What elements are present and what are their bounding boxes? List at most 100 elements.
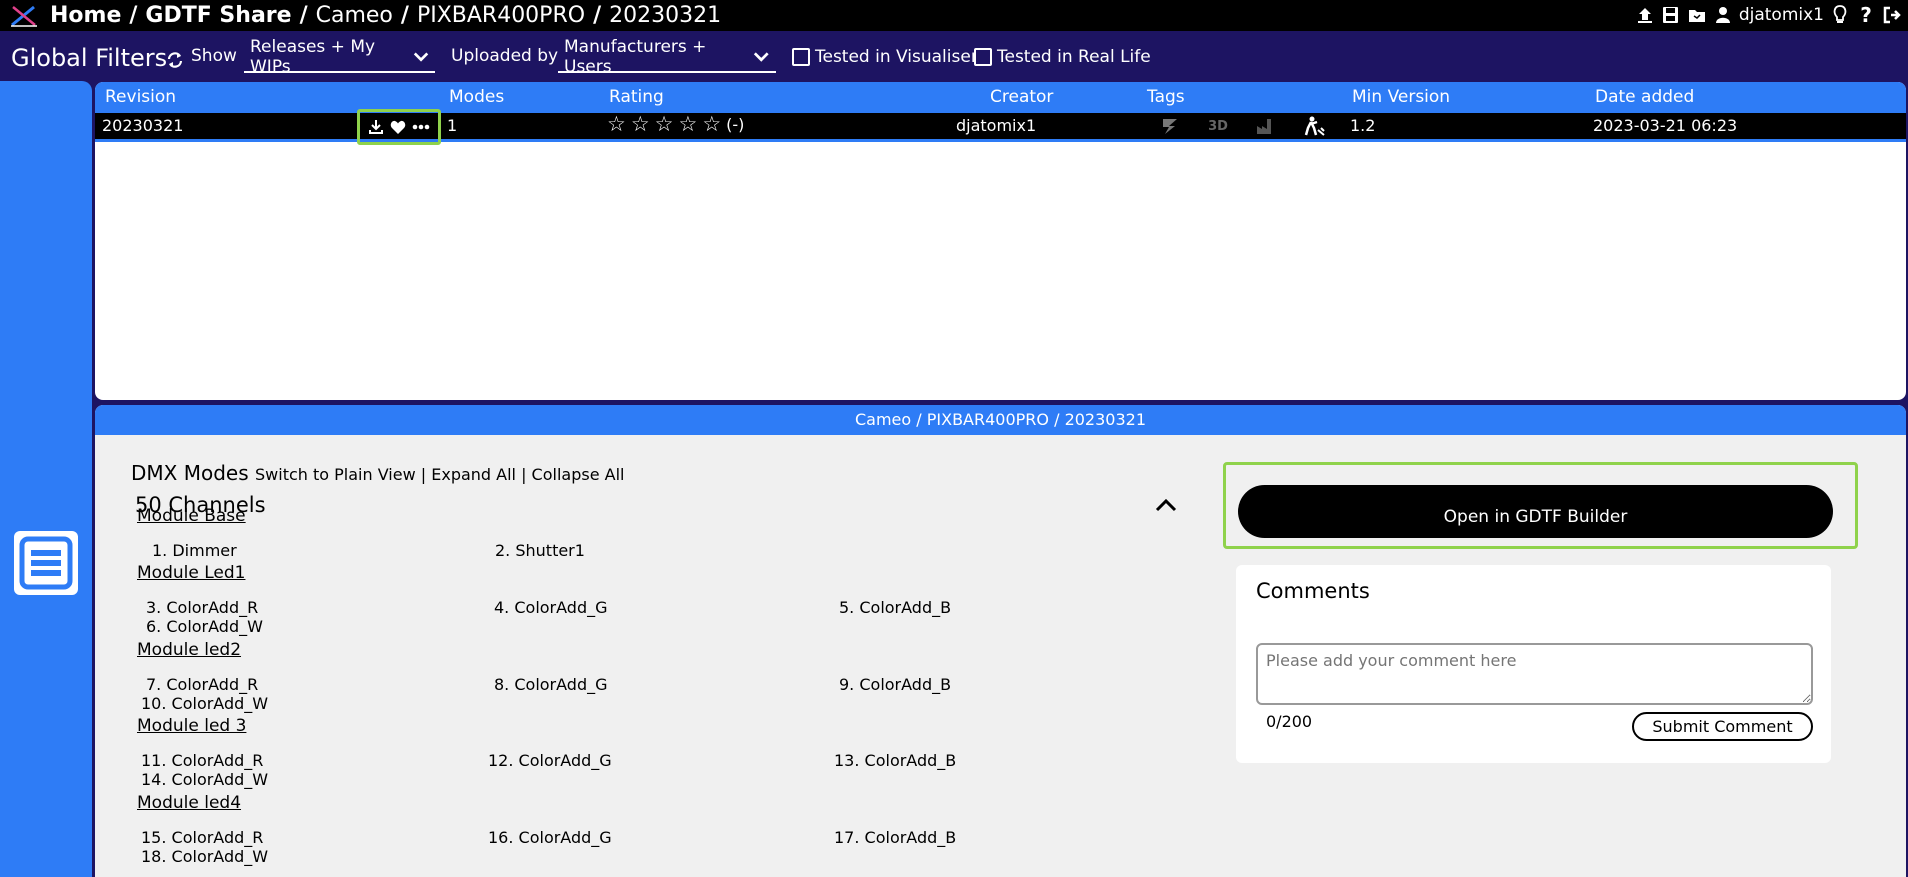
global-filters-bar: Global Filters Show Releases + My WIPs U… [0,31,1908,81]
module-heading: Module Led1 [137,563,246,583]
sidebar [0,81,92,877]
breadcrumb: Home / GDTF Share / Cameo / PIXBAR400PRO… [50,3,721,28]
chevron-down-icon [754,51,770,62]
channel-item[interactable]: 6. ColorAdd_W [146,617,263,636]
rating-stars[interactable]: ☆ ☆ ☆ ☆ ☆ (-) [607,114,745,135]
channel-item[interactable]: 4. ColorAdd_G [494,598,608,617]
row-creator[interactable]: djatomix1 [956,116,1036,135]
channel-item[interactable]: 17. ColorAdd_B [834,828,956,847]
heart-icon[interactable] [390,120,406,135]
builder-button-highlight: Open in GDTF Builder [1223,462,1858,549]
channel-item[interactable]: 9. ColorAdd_B [839,675,951,694]
column-header-date-added[interactable]: Date added [1595,87,1694,107]
comments-title: Comments [1256,579,1370,603]
gdtf-logo-icon[interactable] [9,4,39,28]
user-toolbar: djatomix1 ? [1635,3,1902,27]
menu-button[interactable] [14,531,78,595]
column-header-modes[interactable]: Modes [449,87,504,107]
work-in-progress-icon [1299,116,1329,136]
detail-header: Cameo / PIXBAR400PRO / 20230321 [95,405,1906,435]
channel-item[interactable]: 1. Dimmer [152,541,237,560]
submit-comment-button[interactable]: Submit Comment [1632,712,1813,741]
dmx-modes-heading: DMX Modes Switch to Plain View | Expand … [131,461,624,485]
channel-item[interactable]: 13. ColorAdd_B [834,751,956,770]
column-header-revision[interactable]: Revision [105,87,176,107]
breadcrumb-fixture[interactable]: PIXBAR400PRO [417,3,585,28]
download-icon[interactable] [368,119,384,135]
channel-item[interactable]: 2. Shutter1 [495,541,585,560]
channel-item[interactable]: 7. ColorAdd_R [146,675,258,694]
star-icon[interactable]: ☆ [631,114,650,135]
fixture-detail-panel: Cameo / PIXBAR400PRO / 20230321 DMX Mode… [95,405,1906,877]
channel-item[interactable]: 16. ColorAdd_G [488,828,612,847]
breadcrumb-home[interactable]: Home [50,3,121,28]
top-bar: Home / GDTF Share / Cameo / PIXBAR400PRO… [0,0,1908,31]
column-header-tags[interactable]: Tags [1147,87,1185,107]
breadcrumb-revision: 20230321 [609,3,722,28]
row-min-version: 1.2 [1350,116,1376,135]
module-heading: Module led4 [137,793,242,813]
channel-item[interactable]: 11. ColorAdd_R [141,751,263,770]
view-options-links[interactable]: Switch to Plain View | Expand All | Coll… [255,465,624,484]
channel-item[interactable]: 5. ColorAdd_B [839,598,951,617]
refresh-icon[interactable] [166,51,184,69]
rating-text: (-) [726,114,745,134]
uploaded-by-label: Uploaded by [451,46,559,66]
comment-char-count: 0/200 [1266,712,1313,731]
channel-item[interactable]: 18. ColorAdd_W [141,847,268,866]
3d-tag-icon: 3D [1208,118,1228,134]
show-dropdown[interactable]: Releases + My WIPs [244,37,435,77]
save-icon[interactable] [1661,5,1681,25]
column-header-rating[interactable]: Rating [609,87,664,107]
lightbulb-icon[interactable] [1830,5,1850,25]
dmx-modes-title: DMX Modes [131,461,249,485]
breadcrumb-manufacturer[interactable]: Cameo [316,3,393,28]
upload-icon[interactable] [1635,5,1655,25]
username[interactable]: djatomix1 [1739,5,1824,25]
star-icon[interactable]: ☆ [607,114,626,135]
star-icon[interactable]: ☆ [655,114,674,135]
tested-in-real-life-checkbox[interactable]: Tested in Real Life [974,47,1151,67]
uploaded-by-dropdown[interactable]: Manufacturers + Users [558,37,776,77]
row-tags: 3D [1155,116,1329,136]
uploaded-by-dropdown-value: Manufacturers + Users [564,36,707,77]
row-revision[interactable]: 20230321 [102,116,183,135]
module-heading: Module led2 [137,640,242,660]
chevron-down-icon [413,51,429,62]
chevron-up-icon[interactable] [1153,495,1179,515]
global-filters-title: Global Filters [11,44,168,72]
channel-item[interactable]: 3. ColorAdd_R [146,598,258,617]
star-icon[interactable]: ☆ [678,114,697,135]
comment-input[interactable] [1256,643,1813,705]
table-row[interactable]: 20230321 1 ☆ ☆ ☆ ☆ ☆ (-) djatomix1 3D 1.… [95,109,1906,145]
column-header-min-version[interactable]: Min Version [1352,87,1450,107]
breadcrumb-separator: / [129,3,138,28]
more-options-icon[interactable] [412,124,430,130]
revisions-table: Revision Modes Rating Creator Tags Min V… [95,82,1906,400]
breadcrumb-gdtf-share[interactable]: GDTF Share [145,3,291,28]
open-in-gdtf-builder-button[interactable]: Open in GDTF Builder [1238,485,1833,538]
dmx-tag-icon [1155,116,1185,136]
channel-item[interactable]: 14. ColorAdd_W [141,770,268,789]
column-header-creator[interactable]: Creator [990,87,1053,107]
logout-icon[interactable] [1882,5,1902,25]
tested-in-visualiser-checkbox[interactable]: Tested in Visualiser [792,47,978,67]
channel-item[interactable]: 10. ColorAdd_W [141,694,268,713]
channel-item[interactable]: 12. ColorAdd_G [488,751,612,770]
breadcrumb-separator: / [593,3,602,28]
channel-item[interactable]: 15. ColorAdd_R [141,828,263,847]
row-modes: 1 [447,116,458,135]
list-menu-icon [19,536,73,590]
checkbox-box[interactable] [792,48,810,66]
folder-icon[interactable] [1687,5,1707,25]
comments-panel: Comments 0/200 Submit Comment [1236,565,1831,763]
module-heading: Module Base [137,506,246,526]
tested-in-real-life-label: Tested in Real Life [997,47,1151,67]
channel-item[interactable]: 8. ColorAdd_G [494,675,608,694]
user-icon[interactable] [1713,5,1733,25]
module-heading: Module led 3 [137,716,247,736]
checkbox-box[interactable] [974,48,992,66]
help-icon[interactable]: ? [1856,3,1876,27]
star-icon[interactable]: ☆ [702,114,721,135]
row-date-added: 2023-03-21 06:23 [1593,116,1738,135]
